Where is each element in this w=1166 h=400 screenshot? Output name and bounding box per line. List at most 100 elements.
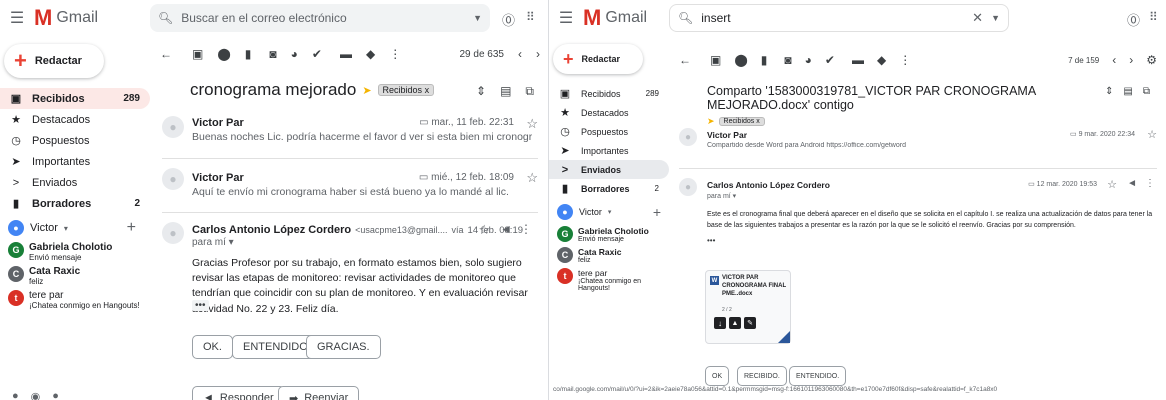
help-icon[interactable]: ⓪ — [1127, 10, 1140, 29]
star-icon[interactable]: ☆ — [1147, 128, 1157, 141]
nav-item-recibidos[interactable]: ▣ Recibidos 289 — [549, 84, 669, 103]
nav-item-enviados[interactable]: > Enviados — [0, 172, 150, 193]
search-input[interactable]: insert — [701, 11, 964, 25]
hangouts-user[interactable]: ● Victor ▾ + — [0, 218, 150, 238]
chat-contact[interactable]: t tere par ¡Chatea conmigo en Hangouts! — [0, 290, 150, 310]
nav-item-borradores[interactable]: ▮ Borradores 2 — [549, 179, 669, 198]
smart-reply-entendido[interactable]: ENTENDIDO. — [789, 366, 847, 386]
expand-all-icon[interactable]: ⇕ — [476, 84, 486, 99]
chat-contact[interactable]: t tere par ¡Chatea conmigo en Hangouts! — [549, 268, 669, 292]
star-icon[interactable]: ☆ — [478, 222, 490, 238]
next-icon[interactable]: › — [1129, 53, 1133, 67]
open-new-window-icon[interactable]: ⧉ — [1143, 86, 1150, 97]
label-chip[interactable]: Recibidos x — [377, 84, 435, 96]
archive-icon[interactable]: ▣ — [710, 53, 721, 67]
hamburger-menu-icon[interactable]: ☰ — [555, 8, 577, 28]
hangouts-icon[interactable]: ◉ — [31, 390, 41, 400]
nav-item-importantes[interactable]: ➤ Importantes — [0, 151, 150, 172]
search-input[interactable]: Buscar en el correo electrónico — [181, 11, 465, 25]
help-icon[interactable]: ⓪ — [502, 10, 515, 29]
gmail-logo[interactable]: M Gmail — [34, 5, 98, 31]
delete-icon[interactable]: ▮ — [761, 53, 768, 67]
hamburger-menu-icon[interactable]: ☰ — [6, 8, 28, 28]
print-icon[interactable]: ▤ — [1123, 86, 1132, 97]
compose-button[interactable]: + Redactar — [4, 44, 104, 78]
gmail-logo[interactable]: M Gmail — [583, 5, 647, 31]
phone-icon[interactable]: ● — [52, 390, 59, 400]
important-marker-icon[interactable]: ➤ — [707, 116, 715, 127]
nav-item-importantes[interactable]: ➤ Importantes — [549, 141, 669, 160]
label-chip[interactable]: Recibidos x — [718, 117, 765, 126]
label-icon[interactable]: ◆ — [877, 53, 886, 67]
star-icon[interactable]: ☆ — [526, 170, 538, 186]
expand-all-icon[interactable]: ⇕ — [1105, 86, 1113, 97]
snooze-icon[interactable]: ◕ — [805, 53, 812, 67]
nav-item-recibidos[interactable]: ▣ Recibidos 289 — [0, 88, 150, 109]
edit-icon[interactable]: ✎ — [744, 317, 756, 329]
smart-reply-ok[interactable]: OK — [705, 366, 730, 386]
person-icon[interactable]: ● — [12, 390, 19, 400]
archive-icon[interactable]: ▣ — [192, 47, 203, 61]
search-options-icon[interactable]: ▼ — [991, 13, 1000, 23]
delete-icon[interactable]: ▮ — [245, 47, 252, 61]
label-icon[interactable]: ◆ — [366, 47, 375, 61]
move-to-icon[interactable]: ▬ — [852, 53, 864, 67]
prev-icon[interactable]: ‹ — [518, 47, 522, 61]
nav-item-destacados[interactable]: ★ Destacados — [0, 109, 150, 130]
smart-reply-ok[interactable]: OK. — [192, 335, 233, 359]
open-new-window-icon[interactable]: ⧉ — [525, 84, 534, 99]
nav-item-destacados[interactable]: ★ Destacados — [549, 103, 669, 122]
nav-item-pospuestos[interactable]: ◷ Pospuestos — [0, 130, 150, 151]
search-icon[interactable]: 🔍︎ — [678, 11, 693, 25]
forward-button[interactable]: ➡ Reenviar — [278, 386, 360, 400]
nav-item-enviados[interactable]: > Enviados — [549, 160, 669, 179]
add-chat-icon[interactable]: + — [653, 204, 661, 220]
clear-search-icon[interactable]: ✕ — [972, 10, 983, 26]
message-collapsed[interactable]: ● Victor Par ▭ mar., 11 feb. 22:31 ☆ Bue… — [162, 116, 538, 156]
recipient-line[interactable]: para mí ▾ — [192, 237, 234, 248]
show-trimmed-icon[interactable]: ••• — [707, 236, 715, 245]
star-icon[interactable]: ☆ — [1107, 178, 1117, 191]
prev-icon[interactable]: ‹ — [1112, 53, 1116, 67]
message-collapsed[interactable]: ● Victor Par ▭ 9 mar. 2020 22:34 ☆ Compa… — [679, 128, 1157, 162]
smart-reply-gracias[interactable]: GRACIAS. — [306, 335, 381, 359]
move-to-icon[interactable]: ▬ — [340, 47, 352, 61]
more-vert-icon[interactable]: ⋮ — [520, 222, 532, 236]
hangouts-user[interactable]: ● Victor ▾ + — [549, 202, 669, 222]
settings-gear-icon[interactable]: ⚙ — [1146, 53, 1157, 67]
report-spam-icon[interactable]: ⬤ — [734, 53, 747, 67]
chat-contact[interactable]: C Cata Raxic feliz — [0, 266, 150, 286]
more-vert-icon[interactable]: ⋮ — [899, 53, 911, 67]
add-chat-icon[interactable]: + — [127, 219, 136, 237]
important-marker-icon[interactable]: ➤ — [362, 84, 371, 97]
reply-icon[interactable]: ◄ — [1127, 178, 1137, 189]
download-icon[interactable]: ↓ — [714, 317, 726, 329]
reply-button[interactable]: ◄ Responder — [192, 386, 285, 400]
add-task-icon[interactable]: ✔ — [825, 53, 835, 67]
search-bar[interactable]: 🔍︎ insert ✕ ▼ — [669, 4, 1009, 32]
show-trimmed-icon[interactable]: ••• — [192, 300, 209, 311]
search-bar[interactable]: 🔍︎ Buscar en el correo electrónico ▼ — [150, 4, 490, 32]
chat-contact[interactable]: G Gabriela Cholotio Envió mensaje — [549, 226, 669, 243]
apps-grid-icon[interactable]: ⠿ — [526, 10, 535, 24]
chat-contact[interactable]: C Cata Raxic feliz — [549, 247, 669, 264]
mark-unread-icon[interactable]: ◙ — [269, 47, 276, 61]
print-icon[interactable]: ▤ — [500, 84, 511, 99]
attachment-card[interactable]: W VICTOR PAR CRONOGRAMA FINAL PME..docx … — [705, 270, 791, 344]
next-icon[interactable]: › — [536, 47, 540, 61]
drive-icon[interactable]: ▲ — [729, 317, 741, 329]
star-icon[interactable]: ☆ — [526, 116, 538, 132]
snooze-icon[interactable]: ◕ — [291, 47, 298, 61]
search-icon[interactable]: 🔍︎ — [158, 11, 173, 25]
recipient-line[interactable]: para mí ▾ — [707, 192, 736, 200]
back-arrow-icon[interactable]: ← — [160, 47, 172, 61]
compose-button[interactable]: + Redactar — [553, 44, 643, 74]
more-vert-icon[interactable]: ⋮ — [1145, 178, 1155, 189]
search-options-icon[interactable]: ▼ — [473, 13, 482, 23]
smart-reply-recibido[interactable]: RECIBIDO. — [737, 366, 787, 386]
add-task-icon[interactable]: ✔ — [312, 47, 322, 61]
nav-item-borradores[interactable]: ▮ Borradores 2 — [0, 193, 150, 214]
reply-icon[interactable]: ◄ — [500, 222, 512, 236]
chat-contact[interactable]: G Gabriela Cholotio Envió mensaje — [0, 242, 150, 262]
report-spam-icon[interactable]: ⬤ — [217, 47, 230, 61]
